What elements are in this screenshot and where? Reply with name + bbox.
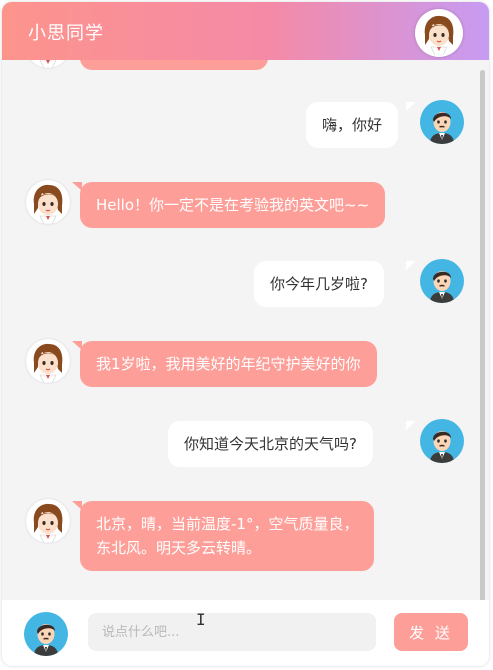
bot-avatar-icon (26, 60, 70, 68)
bot-message-bubble: Hello！你一定不是在考验我的英文吧~~ (80, 182, 386, 228)
bot-message-bubble: 我1岁啦，我用美好的年纪守护美好的你 (80, 341, 377, 387)
bot-message-bubble (80, 60, 268, 70)
bot-message-line: 东北风。明天多云转晴。 (96, 539, 262, 557)
user-avatar-icon (24, 612, 68, 656)
bot-avatar-icon (26, 180, 70, 224)
message-list: 嗨，你好 Hello！你一定不是在考验我的英文吧~~ 你今年几岁啦? 我1岁啦，… (2, 60, 489, 600)
bubble-tail (406, 261, 416, 270)
user-message-bubble: 嗨，你好 (306, 102, 399, 148)
bubble-tail (406, 102, 416, 111)
chat-widget: 小思同学 嗨，你好 Hello！你一定不是在考验我的英文吧~~ 你今年几岁啦? … (2, 2, 489, 666)
text-cursor-icon: I (196, 610, 206, 629)
chat-title: 小思同学 (28, 23, 104, 44)
user-avatar-icon (420, 100, 464, 144)
user-avatar-icon (420, 419, 464, 463)
chat-header: 小思同学 (2, 2, 489, 60)
send-button[interactable]: 发 送 (394, 613, 468, 651)
bot-message-bubble: 北京，晴，当前温度-1°，空气质量良， 东北风。明天多云转晴。 (80, 501, 375, 571)
user-message-bubble: 你知道今天北京的天气吗? (168, 421, 373, 467)
bot-avatar-icon (415, 9, 463, 57)
bubble-tail (406, 421, 416, 430)
bot-avatar-icon (26, 499, 70, 543)
user-message-bubble: 你今年几岁啦? (254, 261, 384, 307)
input-bar: 发 送 (2, 600, 489, 666)
user-avatar-icon (420, 259, 464, 303)
bot-avatar-icon (26, 339, 70, 383)
scrollbar[interactable] (480, 70, 485, 604)
bot-message-line: 北京，晴，当前温度-1°，空气质量良， (96, 515, 359, 533)
message-input[interactable] (88, 613, 376, 651)
